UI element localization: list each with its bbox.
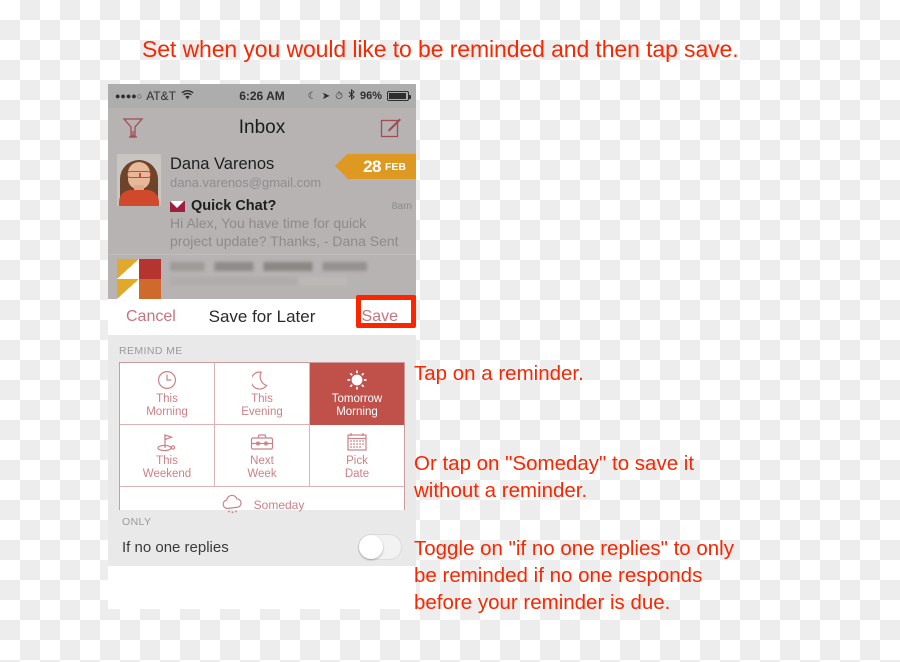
- reminder-tile-next-week[interactable]: Next Week: [215, 425, 310, 487]
- subject-line: Quick Chat? 8am: [170, 198, 412, 214]
- status-bar: ●●●●○ AT&T 6:26 AM ☾ ➤ ⏱ 96%: [108, 84, 416, 108]
- tile-label: This Evening: [241, 393, 283, 419]
- reminder-tile-pick-date[interactable]: Pick Date: [310, 425, 404, 487]
- tile-label: Tomorrow Morning: [332, 393, 382, 419]
- tile-line-1: This: [251, 392, 273, 405]
- tile-label: This Morning: [146, 393, 188, 419]
- calendar-icon: [346, 431, 368, 453]
- tile-line-1: Pick: [346, 454, 368, 467]
- reminder-tile-this-morning[interactable]: This Morning: [120, 363, 215, 425]
- tile-line-2: Morning: [146, 405, 188, 418]
- avatar: [117, 154, 161, 206]
- tile-label: Pick Date: [345, 455, 369, 481]
- save-button[interactable]: Save: [362, 308, 398, 326]
- reminder-tile-this-weekend[interactable]: This Weekend: [120, 425, 215, 487]
- date-month: FEB: [385, 160, 406, 173]
- status-bar-right: ☾ ➤ ⏱ 96%: [307, 88, 411, 103]
- mail-preview: Hi Alex, You have time for quick project…: [170, 215, 399, 249]
- alarm-icon: ⏱: [335, 90, 343, 102]
- signal-dots-icon: ●●●●○: [115, 90, 143, 101]
- page-title-inbox: Inbox: [238, 117, 286, 138]
- golf-flag-icon: [156, 431, 178, 453]
- sun-icon: [346, 369, 368, 391]
- status-bar-left: ●●●●○ AT&T: [115, 89, 194, 103]
- mail-row-selected[interactable]: Dana Varenos dana.varenos@gmail.com Quic…: [108, 148, 416, 254]
- annotation-tap-reminder: Tap on a reminder.: [414, 362, 584, 385]
- blurred-text: [161, 259, 416, 299]
- cancel-button[interactable]: Cancel: [126, 308, 176, 326]
- date-badge: 28 FEB: [335, 154, 416, 179]
- tile-line-1: Next: [250, 454, 274, 467]
- tile-line-2: Date: [344, 467, 370, 480]
- page-title: Set when you would like to be reminded a…: [142, 36, 739, 62]
- tile-line-2: Week: [247, 467, 277, 480]
- date-day: 28: [363, 156, 381, 176]
- someday-label: Someday: [253, 498, 305, 512]
- reminder-tile-tomorrow-morning[interactable]: Tomorrow Morning: [310, 363, 404, 425]
- tile-line-1: Tomorrow: [331, 392, 383, 405]
- remind-me-header: REMIND ME: [119, 345, 183, 357]
- cloud-icon: [220, 493, 246, 518]
- avatar-geometric: [117, 259, 161, 299]
- location-arrow-icon: ➤: [321, 90, 331, 102]
- remind-me-panel: REMIND ME This Morning This Evening Tomo…: [108, 335, 416, 524]
- compose-pencil-icon[interactable]: [380, 117, 402, 139]
- tile-label: This Weekend: [143, 455, 191, 481]
- mail-time: 8am: [391, 200, 412, 212]
- only-header: ONLY: [122, 516, 152, 528]
- battery-percent: 96%: [359, 90, 382, 102]
- funnel-filter-icon[interactable]: [122, 116, 144, 140]
- envelope-icon: [170, 200, 185, 212]
- only-section: ONLY If no one replies: [108, 510, 416, 566]
- tile-line-1: This: [156, 454, 178, 467]
- moon-icon: ☾: [307, 90, 317, 102]
- mail-list: Dana Varenos dana.varenos@gmail.com Quic…: [108, 148, 416, 299]
- bluetooth-icon: [348, 88, 355, 103]
- clock-icon: [157, 369, 177, 391]
- tile-line-2: Morning: [336, 405, 378, 418]
- annotation-toggle: Toggle on "if no one replies" to only be…: [414, 537, 734, 614]
- tile-line-1: This: [156, 392, 178, 405]
- briefcase-icon: [250, 431, 274, 453]
- moon-icon: [252, 369, 272, 391]
- if-no-one-replies-toggle[interactable]: [358, 534, 402, 560]
- battery-icon: [387, 91, 411, 101]
- phone-screenshot: ●●●●○ AT&T 6:26 AM ☾ ➤ ⏱ 96% Inbox Dana …: [108, 84, 416, 609]
- mail-subject: Quick Chat?: [191, 198, 277, 214]
- mail-row-blurred[interactable]: [108, 254, 416, 299]
- wifi-icon: [181, 89, 194, 103]
- reminder-grid: This Morning This Evening Tomorrow Morni…: [119, 362, 405, 524]
- if-no-one-replies-label: If no one replies: [122, 538, 229, 556]
- annotation-someday: Or tap on "Someday" to save it without a…: [414, 452, 695, 502]
- carrier-label: AT&T: [146, 89, 176, 103]
- reminder-tile-this-evening[interactable]: This Evening: [215, 363, 310, 425]
- reminder-row-2: This Weekend Next Week Pick Date: [120, 425, 404, 487]
- inbox-navbar: Inbox: [108, 108, 416, 148]
- tile-line-2: Weekend: [142, 467, 192, 480]
- toggle-knob: [359, 535, 383, 559]
- reminder-row-1: This Morning This Evening Tomorrow Morni…: [120, 363, 404, 425]
- tile-line-2: Evening: [241, 405, 283, 418]
- only-row: If no one replies: [122, 534, 402, 560]
- tile-label: Next Week: [247, 455, 276, 481]
